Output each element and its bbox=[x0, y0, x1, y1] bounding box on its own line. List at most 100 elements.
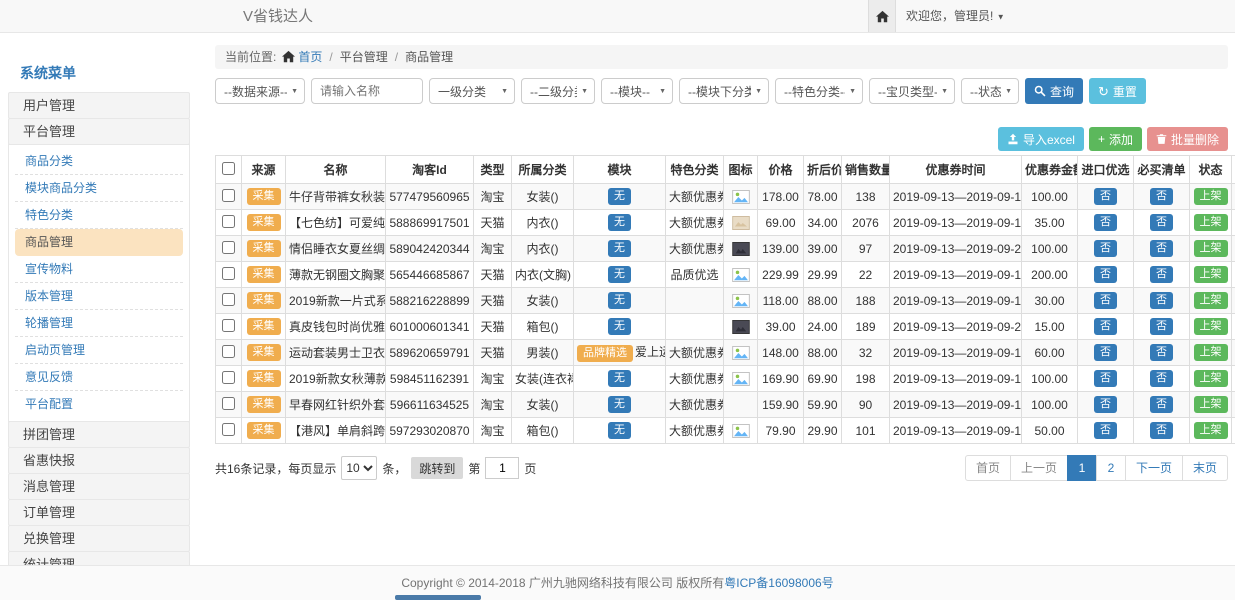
table-row: 采集真皮钱包时尚优雅女士...601000601341天猫箱包()无39.002… bbox=[216, 314, 1235, 340]
price: 39.00 bbox=[758, 314, 804, 340]
import-excel-button[interactable]: 导入excel bbox=[998, 127, 1084, 151]
row-select-cell bbox=[216, 314, 242, 340]
jump-button[interactable]: 跳转到 bbox=[411, 457, 463, 479]
row-checkbox[interactable] bbox=[222, 293, 235, 306]
data-source-select[interactable]: --数据来源--▼ bbox=[215, 78, 305, 104]
sidebar-title: 系统菜单 bbox=[8, 57, 190, 93]
status-badge: 上架 bbox=[1194, 370, 1228, 387]
icp-link[interactable]: 粤ICP备16098006号 bbox=[724, 576, 833, 590]
must-buy-badge: 否 bbox=[1150, 240, 1173, 257]
select-value: --状态-- bbox=[970, 83, 1001, 100]
page-number-input[interactable] bbox=[485, 457, 519, 479]
sidebar-subitem[interactable]: 版本管理 bbox=[15, 283, 183, 310]
row-checkbox[interactable] bbox=[222, 345, 235, 358]
feature-category-select[interactable]: --特色分类--▼ bbox=[775, 78, 863, 104]
pager-button[interactable]: 首页 bbox=[965, 455, 1011, 481]
row-checkbox[interactable] bbox=[222, 189, 235, 202]
module-cell: 无 bbox=[574, 236, 666, 262]
discount-price: 29.99 bbox=[804, 262, 842, 288]
sidebar-item[interactable]: 用户管理 bbox=[8, 92, 190, 119]
add-button[interactable]: + 添加 bbox=[1089, 127, 1142, 151]
reset-button[interactable]: ↻ 重置 bbox=[1089, 78, 1146, 104]
search-button[interactable]: 查询 bbox=[1025, 78, 1083, 104]
feature-category: 大额优惠券 bbox=[666, 366, 724, 392]
pager-button[interactable]: 下一页 bbox=[1125, 455, 1183, 481]
home-button[interactable] bbox=[868, 0, 896, 32]
select-all-checkbox[interactable] bbox=[222, 162, 235, 175]
per-page-select[interactable]: 10 bbox=[341, 456, 377, 480]
top-header: V省钱达人 欢迎您，管理员! ▼ bbox=[0, 0, 1235, 33]
pager-button[interactable]: 上一页 bbox=[1010, 455, 1068, 481]
sidebar-item[interactable]: 平台管理 bbox=[8, 118, 190, 145]
icon-cell bbox=[724, 236, 758, 262]
sidebar-item[interactable]: 省惠快报 bbox=[8, 447, 190, 474]
table-row: 采集早春网红针织外套女春...596611634525淘宝女装()无大额优惠券1… bbox=[216, 392, 1235, 418]
image-icon bbox=[732, 190, 750, 204]
module-subcategory-select[interactable]: --模块下分类--▼ bbox=[679, 78, 769, 104]
item-type-select[interactable]: --宝贝类型--▼ bbox=[869, 78, 955, 104]
module-badge: 无 bbox=[608, 422, 631, 439]
breadcrumb-home-link[interactable]: 首页 bbox=[298, 50, 322, 64]
sidebar-subitem[interactable]: 轮播管理 bbox=[15, 310, 183, 337]
imported-cell: 否 bbox=[1078, 236, 1134, 262]
pager-button[interactable]: 2 bbox=[1096, 455, 1126, 481]
breadcrumb-item: 商品管理 bbox=[405, 50, 453, 64]
sidebar-subitem[interactable]: 商品管理 bbox=[15, 229, 183, 256]
source-badge: 采集 bbox=[247, 292, 281, 309]
row-checkbox[interactable] bbox=[222, 397, 235, 410]
column-header: 来源 bbox=[242, 156, 286, 184]
feature-category: 大额优惠券 bbox=[666, 184, 724, 210]
jump-label-before: 第 bbox=[468, 460, 480, 477]
row-checkbox[interactable] bbox=[222, 241, 235, 254]
price: 139.00 bbox=[758, 236, 804, 262]
sidebar-subitem[interactable]: 模块商品分类 bbox=[15, 175, 183, 202]
sales-count: 198 bbox=[842, 366, 890, 392]
row-checkbox[interactable] bbox=[222, 215, 235, 228]
pager-button[interactable]: 1 bbox=[1067, 455, 1097, 481]
name-input[interactable] bbox=[311, 78, 423, 104]
trash-icon bbox=[1156, 133, 1167, 145]
column-header: 特色分类 bbox=[666, 156, 724, 184]
chevron-down-icon: ▼ bbox=[997, 12, 1005, 21]
sidebar-subitem[interactable]: 启动页管理 bbox=[15, 337, 183, 364]
must-buy-badge: 否 bbox=[1150, 292, 1173, 309]
price: 229.99 bbox=[758, 262, 804, 288]
sidebar-item[interactable]: 拼团管理 bbox=[8, 421, 190, 448]
sidebar-item[interactable]: 订单管理 bbox=[8, 499, 190, 526]
batch-delete-button[interactable]: 批量删除 bbox=[1147, 127, 1228, 151]
row-checkbox[interactable] bbox=[222, 319, 235, 332]
must-buy-badge: 否 bbox=[1150, 318, 1173, 335]
row-checkbox[interactable] bbox=[222, 371, 235, 384]
sidebar-item[interactable]: 兑换管理 bbox=[8, 525, 190, 552]
user-menu[interactable]: 欢迎您，管理员! ▼ bbox=[906, 0, 1005, 33]
row-checkbox[interactable] bbox=[222, 267, 235, 280]
sidebar-subitem[interactable]: 平台配置 bbox=[15, 391, 183, 418]
module-select[interactable]: --模块--▼ bbox=[601, 78, 673, 104]
sidebar-subitem[interactable]: 意见反馈 bbox=[15, 364, 183, 391]
discount-price: 39.00 bbox=[804, 236, 842, 262]
app-title: V省钱达人 bbox=[243, 0, 313, 33]
level1-category-select[interactable]: 一级分类▼ bbox=[429, 78, 515, 104]
category: 内衣() bbox=[512, 236, 574, 262]
breadcrumb-location-label: 当前位置: bbox=[225, 50, 276, 64]
status-select[interactable]: --状态--▼ bbox=[961, 78, 1019, 104]
horizontal-scrollbar-thumb[interactable] bbox=[395, 595, 481, 600]
pager-button[interactable]: 末页 bbox=[1182, 455, 1228, 481]
sidebar-subitem[interactable]: 商品分类 bbox=[15, 148, 183, 175]
icon-cell bbox=[724, 262, 758, 288]
sidebar-item[interactable]: 消息管理 bbox=[8, 473, 190, 500]
row-checkbox[interactable] bbox=[222, 423, 235, 436]
source-cell: 采集 bbox=[242, 262, 286, 288]
taoke-id: 589042420344 bbox=[386, 236, 474, 262]
module-badge: 品牌精选 bbox=[577, 345, 633, 362]
source-cell: 采集 bbox=[242, 392, 286, 418]
status-cell: 上架 bbox=[1190, 236, 1232, 262]
sidebar-subitem[interactable]: 特色分类 bbox=[15, 202, 183, 229]
sidebar-subitem[interactable]: 宣传物料 bbox=[15, 256, 183, 283]
import-excel-label: 导入excel bbox=[1023, 131, 1075, 148]
must-buy-badge: 否 bbox=[1150, 266, 1173, 283]
table-row: 采集薄款无钢圈文胸聚拢性...565446685867天猫内衣(文胸)无品质优选… bbox=[216, 262, 1235, 288]
must-buy-badge: 否 bbox=[1150, 370, 1173, 387]
select-value: --模块-- bbox=[610, 83, 650, 100]
level2-category-select[interactable]: --二级分类--▼ bbox=[521, 78, 595, 104]
